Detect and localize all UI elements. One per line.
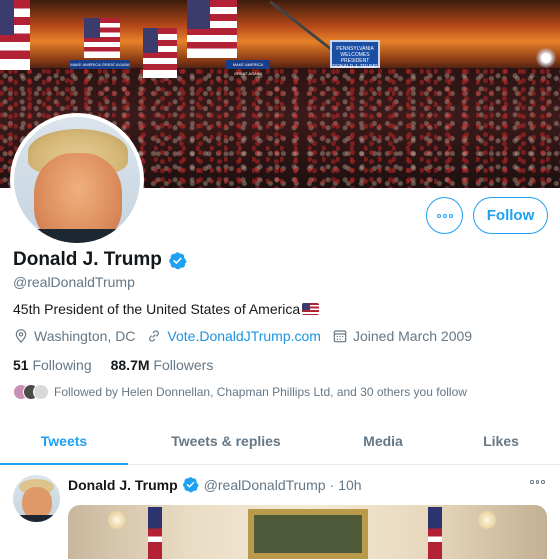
profile-name-row: Donald J. Trump bbox=[13, 249, 187, 271]
following-count: 51 bbox=[13, 357, 29, 373]
followers-stat[interactable]: 88.7M Followers bbox=[111, 357, 214, 373]
avatar-image bbox=[14, 117, 140, 243]
followed-by[interactable]: Followed by Helen Donnellan, Chapman Phi… bbox=[13, 384, 467, 400]
verified-badge-icon bbox=[182, 477, 199, 493]
banner-flag bbox=[84, 18, 120, 58]
profile-name: Donald J. Trump bbox=[13, 249, 162, 270]
followed-by-text: Followed by Helen Donnellan, Chapman Phi… bbox=[54, 385, 467, 399]
follow-button[interactable]: Follow bbox=[473, 197, 548, 234]
tweet-media-image[interactable] bbox=[68, 505, 547, 559]
location-text: Washington, DC bbox=[34, 328, 136, 344]
tweet-timestamp[interactable]: 10h bbox=[338, 477, 361, 493]
banner-flag bbox=[187, 0, 237, 58]
banner-flag bbox=[0, 0, 30, 70]
tab-tweets-replies[interactable]: Tweets & replies bbox=[128, 418, 324, 464]
join-date-text: Joined March 2009 bbox=[352, 328, 473, 344]
tweet-author-name[interactable]: Donald J. Trump bbox=[68, 477, 178, 493]
tweet-more-icon[interactable] bbox=[530, 480, 545, 484]
banner-sign: MAKE AMERICA GREAT AGAIN! bbox=[70, 60, 130, 69]
verified-badge-icon bbox=[169, 251, 187, 269]
website[interactable]: Vote.DonaldJTrump.com bbox=[146, 328, 321, 344]
link-icon bbox=[149, 330, 160, 342]
banner-light bbox=[536, 48, 556, 68]
tweet-header: Donald J. Trump @realDonaldTrump · 10h bbox=[68, 476, 362, 493]
tweet-avatar[interactable] bbox=[13, 475, 60, 522]
more-icon bbox=[436, 213, 453, 218]
calendar-icon bbox=[333, 330, 347, 343]
profile-handle: @realDonaldTrump bbox=[13, 274, 135, 290]
follower-avatars bbox=[13, 384, 49, 400]
banner-crane bbox=[269, 0, 334, 52]
followers-count: 88.7M bbox=[110, 357, 150, 373]
tweet-separator: · bbox=[329, 476, 335, 493]
avatar bbox=[33, 384, 49, 400]
followers-label: Followers bbox=[153, 357, 214, 373]
location-icon bbox=[15, 329, 27, 343]
profile-bio: 45th President of the United States of A… bbox=[13, 301, 320, 317]
join-date: Joined March 2009 bbox=[332, 328, 472, 344]
tab-media[interactable]: Media bbox=[324, 418, 442, 464]
following-label: Following bbox=[32, 357, 92, 373]
banner-sign: MAKE AMERICA GREAT AGAIN! bbox=[226, 60, 270, 76]
us-flag-icon bbox=[302, 303, 320, 315]
profile-meta: Washington, DC Vote.DonaldJTrump.com Joi… bbox=[13, 328, 483, 344]
profile-avatar[interactable] bbox=[10, 113, 144, 247]
banner-screen: PENNSYLVANIA WELCOMES PRESIDENT DONALD J… bbox=[330, 40, 380, 70]
bio-text: 45th President of the United States of A… bbox=[13, 301, 301, 317]
tab-tweets[interactable]: Tweets bbox=[0, 418, 128, 465]
tweet-author-handle[interactable]: @realDonaldTrump bbox=[204, 477, 326, 493]
following-stat[interactable]: 51 Following bbox=[13, 357, 92, 373]
location: Washington, DC bbox=[13, 328, 135, 344]
profile-tabs: Tweets Tweets & replies Media Likes bbox=[0, 418, 560, 465]
banner-flag bbox=[143, 28, 177, 78]
tab-likes[interactable]: Likes bbox=[442, 418, 560, 464]
profile-stats: 51 Following 88.7M Followers bbox=[13, 357, 213, 373]
website-link[interactable]: Vote.DonaldJTrump.com bbox=[167, 328, 321, 344]
more-options-button[interactable] bbox=[426, 197, 463, 234]
